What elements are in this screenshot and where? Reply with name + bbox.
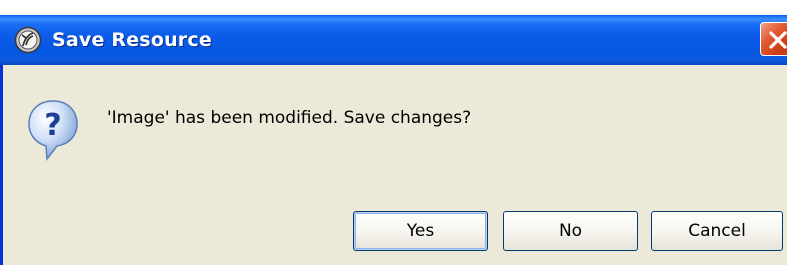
window-title: Save Resource: [52, 29, 212, 51]
save-resource-dialog: Save Resource ? 'Image' has been modifie…: [0, 15, 787, 265]
svg-text:?: ?: [44, 108, 61, 143]
question-icon: ?: [27, 99, 79, 163]
dialog-message: 'Image' has been modified. Save changes?: [107, 108, 472, 128]
eclipse-app-icon: [14, 26, 42, 54]
close-icon: [769, 31, 787, 49]
no-button[interactable]: No: [503, 211, 638, 251]
cancel-button[interactable]: Cancel: [651, 211, 783, 251]
close-button[interactable]: [760, 22, 787, 56]
yes-button[interactable]: Yes: [353, 211, 488, 251]
title-bar[interactable]: Save Resource: [0, 15, 787, 65]
